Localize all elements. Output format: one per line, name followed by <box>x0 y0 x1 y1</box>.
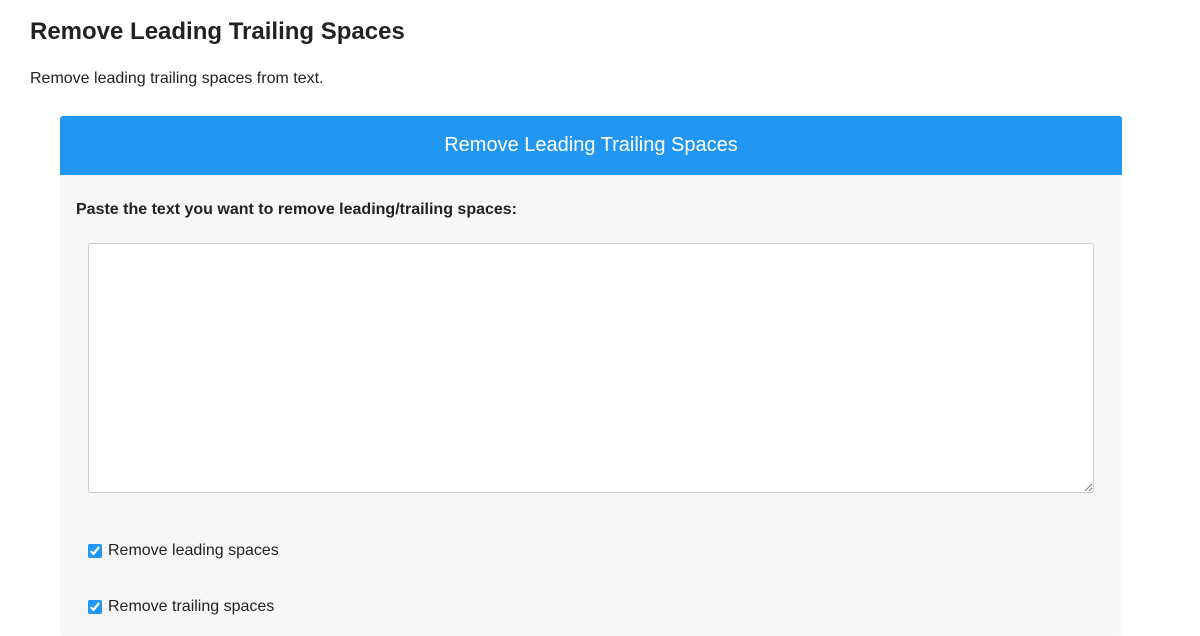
textarea-wrapper <box>76 243 1106 498</box>
main-container: Remove Leading Trailing Spaces Remove le… <box>30 18 1155 636</box>
tool-body: Paste the text you want to remove leadin… <box>60 175 1122 636</box>
leading-label: Remove leading spaces <box>108 542 279 560</box>
checkbox-group: Remove leading spaces Remove trailing sp… <box>76 538 1106 620</box>
leading-checkbox[interactable] <box>88 544 102 558</box>
input-label: Paste the text you want to remove leadin… <box>76 201 1106 219</box>
page-description: Remove leading trailing spaces from text… <box>30 70 1155 88</box>
page-title: Remove Leading Trailing Spaces <box>30 18 1155 46</box>
text-input[interactable] <box>88 243 1094 493</box>
checkbox-row-leading: Remove leading spaces <box>76 538 1106 564</box>
checkbox-row-trailing: Remove trailing spaces <box>76 594 1106 620</box>
trailing-checkbox[interactable] <box>88 600 102 614</box>
tool-panel: Remove Leading Trailing Spaces Paste the… <box>60 116 1122 636</box>
trailing-label: Remove trailing spaces <box>108 598 274 616</box>
tool-header-title: Remove Leading Trailing Spaces <box>60 134 1122 157</box>
tool-header: Remove Leading Trailing Spaces <box>60 116 1122 175</box>
